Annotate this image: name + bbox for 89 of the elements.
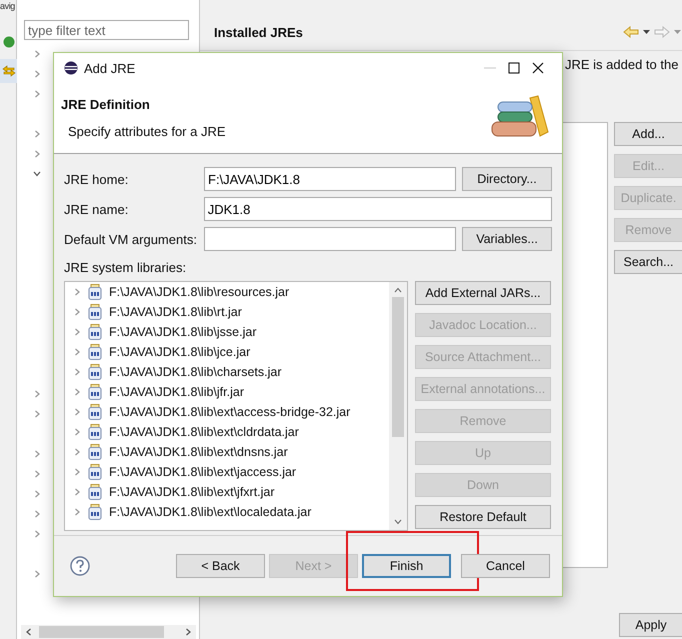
jre-table[interactable] <box>560 122 608 568</box>
eclipse-icon <box>64 61 78 75</box>
jar-icon <box>88 504 102 520</box>
field-label: Default VM arguments: <box>64 232 198 246</box>
chevron-down-icon[interactable] <box>33 170 41 178</box>
chevron-right-icon[interactable] <box>73 288 81 296</box>
library-path[interactable]: F:\JAVA\JDK1.8\lib\ext\jaccess.jar <box>109 465 296 479</box>
field-label: JRE home: <box>64 172 130 186</box>
chevron-right-icon[interactable] <box>33 410 41 418</box>
jar-icon <box>88 404 102 420</box>
close-icon[interactable] <box>532 62 544 74</box>
apply-button[interactable]: Apply <box>619 613 682 637</box>
library-path[interactable]: F:\JAVA\JDK1.8\lib\charsets.jar <box>109 365 282 379</box>
jar-icon <box>88 324 102 340</box>
library-path[interactable]: F:\JAVA\JDK1.8\lib\ext\access-bridge-32.jar <box>109 405 350 419</box>
filter-field[interactable]: type filter text <box>24 20 189 40</box>
library-button[interactable]: Add External JARs... <box>415 281 551 305</box>
wizard-button[interactable]: Finish <box>362 554 451 578</box>
library-button[interactable]: Restore Default <box>415 505 551 529</box>
chevron-right-icon[interactable] <box>73 508 81 516</box>
chevron-right-icon[interactable] <box>33 570 41 578</box>
circle-icon[interactable] <box>3 35 15 49</box>
action-button[interactable]: Add... <box>614 122 682 146</box>
description-text: JRE is added to the <box>565 57 680 72</box>
library-path[interactable]: F:\JAVA\JDK1.8\lib\rt.jar <box>109 305 242 319</box>
help-icon[interactable] <box>70 556 90 576</box>
chevron-right-icon[interactable] <box>73 348 81 356</box>
browse-button[interactable]: Directory... <box>462 167 552 191</box>
chevron-right-icon[interactable] <box>73 448 81 456</box>
chevron-right-icon[interactable] <box>33 530 41 538</box>
chevron-right-icon[interactable] <box>33 90 41 98</box>
library-list[interactable] <box>64 281 408 531</box>
chevron-right-icon[interactable] <box>73 428 81 436</box>
chevron-right-icon[interactable] <box>73 368 81 376</box>
library-path[interactable]: F:\JAVA\JDK1.8\lib\jsse.jar <box>109 325 256 339</box>
chevron-right-icon[interactable] <box>33 490 41 498</box>
view-title: avig <box>0 0 15 13</box>
text-field[interactable]: F:\JAVA\JDK1.8 <box>204 167 456 191</box>
chevron-right-icon[interactable] <box>33 510 41 518</box>
dialog-heading: JRE Definition <box>61 97 151 112</box>
dialog-subtitle: Specify attributes for a JRE <box>68 124 227 139</box>
jar-icon <box>88 424 102 440</box>
jar-icon <box>88 344 102 360</box>
jar-icon <box>88 364 102 380</box>
text-field[interactable]: JDK1.8 <box>204 197 552 221</box>
chevron-right-icon[interactable] <box>73 468 81 476</box>
library-path[interactable]: F:\JAVA\JDK1.8\lib\ext\jfxrt.jar <box>109 485 275 499</box>
chevron-right-icon[interactable] <box>33 390 41 398</box>
libraries-label: JRE system libraries: <box>64 260 188 275</box>
page-title: Installed JREs <box>214 24 303 40</box>
vertical-scrollbar[interactable] <box>389 282 407 530</box>
library-path[interactable]: F:\JAVA\JDK1.8\lib\ext\dnsns.jar <box>109 445 288 459</box>
chevron-right-icon[interactable] <box>33 50 41 58</box>
chevron-right-icon[interactable] <box>73 408 81 416</box>
chevron-right-icon[interactable] <box>73 388 81 396</box>
library-path[interactable]: F:\JAVA\JDK1.8\lib\ext\localedata.jar <box>109 505 312 519</box>
window-title: Add JRE <box>84 60 136 76</box>
chevron-right-icon[interactable] <box>33 150 41 158</box>
text-field[interactable] <box>204 227 456 251</box>
chevron-right-icon[interactable] <box>73 488 81 496</box>
wizard-button[interactable]: < Back <box>176 554 265 578</box>
jar-icon <box>88 284 102 300</box>
maximize-icon[interactable] <box>508 62 520 74</box>
jar-icon <box>88 304 102 320</box>
dropdown-icon[interactable] <box>643 30 650 34</box>
chevron-right-icon[interactable] <box>33 470 41 478</box>
chevron-right-icon[interactable] <box>33 450 41 458</box>
wizard-button[interactable]: Cancel <box>461 554 550 578</box>
chevron-right-icon[interactable] <box>73 308 81 316</box>
jar-icon <box>88 384 102 400</box>
jar-icon <box>88 484 102 500</box>
library-path[interactable]: F:\JAVA\JDK1.8\lib\ext\cldrdata.jar <box>109 425 299 439</box>
chevron-right-icon[interactable] <box>33 70 41 78</box>
jar-icon <box>88 464 102 480</box>
library-path[interactable]: F:\JAVA\JDK1.8\lib\jfr.jar <box>109 385 244 399</box>
scroll-down-icon[interactable] <box>394 519 402 525</box>
library-path[interactable]: F:\JAVA\JDK1.8\lib\resources.jar <box>109 285 290 299</box>
jar-icon <box>88 444 102 460</box>
scroll-left-icon[interactable] <box>25 628 33 636</box>
chevron-right-icon[interactable] <box>73 328 81 336</box>
horizontal-scrollbar[interactable] <box>21 625 196 639</box>
action-button[interactable]: Search... <box>614 250 682 274</box>
browse-button[interactable]: Variables... <box>462 227 552 251</box>
library-path[interactable]: F:\JAVA\JDK1.8\lib\jce.jar <box>109 345 250 359</box>
scroll-up-icon[interactable] <box>394 287 402 293</box>
chevron-right-icon[interactable] <box>33 130 41 138</box>
field-label: JRE name: <box>64 202 130 216</box>
arrows-icon[interactable] <box>2 64 16 78</box>
scroll-right-icon[interactable] <box>184 628 192 636</box>
